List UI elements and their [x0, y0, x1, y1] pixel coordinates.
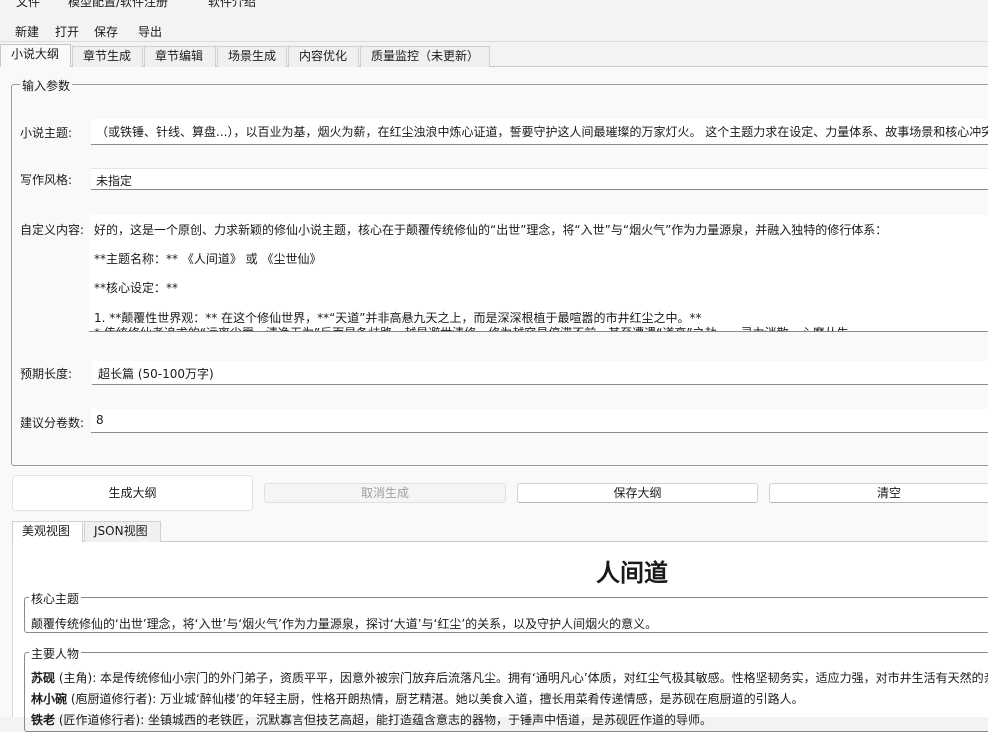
outline-viewer: 人间道 核心主题 颠覆传统修仙的‘出世’理念，将‘入世’与‘烟火气’作为力量源泉…	[12, 542, 988, 732]
core-theme-group: 核心主题 颠覆传统修仙的‘出世’理念，将‘入世’与‘烟火气’作为力量源泉，探讨‘…	[24, 590, 988, 633]
menu-about[interactable]: 软件介绍	[208, 0, 256, 10]
characters-group: 主要人物 苏砚 (主角): 本是传统修仙小宗门的外门弟子，资质平平，因意外被宗门…	[24, 645, 988, 732]
tab-chapter-generate[interactable]: 章节生成	[72, 46, 143, 67]
clear-button[interactable]: 清空	[769, 483, 988, 503]
save-outline-button[interactable]: 保存大纲	[517, 483, 758, 503]
characters-legend: 主要人物	[29, 645, 82, 662]
character-desc: (匠作道修行者): 坐镇城西的老铁匠，沉默寡言但技艺高超，能打造蕴含意志的器物，…	[55, 713, 713, 727]
custom-line: * 传统修仙者追求的“远离尘嚣、清净无为”反而是条歧路，越是避世清修，修为越容易…	[94, 324, 861, 331]
custom-content-label: 自定义内容:	[20, 223, 85, 237]
menu-file[interactable]: 文件	[16, 0, 40, 10]
menu-bar: 文件 模型配置/软件注册 软件介绍	[0, 0, 988, 12]
style-select-value: 未指定	[96, 174, 133, 188]
character-entry: 铁老 (匠作道修行者): 坐镇城西的老铁匠，沉默寡言但技艺高超，能打造蕴含意志的…	[31, 711, 712, 728]
tab-content-optimize[interactable]: 内容优化	[288, 46, 359, 67]
tab-outline[interactable]: 小说大纲	[0, 44, 71, 68]
toolbar: 新建 打开 保存 导出	[0, 19, 988, 42]
length-select[interactable]: 超长篇 (50-100万字)	[92, 361, 988, 385]
main-tab-bar: 小说大纲 章节生成 章节编辑 场景生成 内容优化 质量监控（未更新）	[0, 43, 988, 68]
character-name: 铁老	[31, 713, 56, 727]
custom-line: **主题名称：** 《人间道》 或 《尘世仙》	[94, 252, 322, 266]
character-entry: 苏砚 (主角): 本是传统修仙小宗门的外门弟子，资质平平，因意外被宗门放弃后流落…	[31, 669, 988, 686]
generate-outline-button[interactable]: 生成大纲	[12, 475, 253, 511]
theme-label: 小说主题:	[20, 126, 73, 140]
input-params-legend: 输入参数	[20, 77, 73, 94]
new-button[interactable]: 新建	[15, 23, 39, 40]
character-desc: (主角): 本是传统修仙小宗门的外门弟子，资质平平，因意外被宗门放弃后流落凡尘。…	[55, 671, 988, 685]
custom-content-textarea[interactable]: 好的，这是一个原创、力求新颖的修仙小说主题，核心在于颠覆传统修仙的“出世”理念，…	[89, 215, 988, 332]
core-theme-legend: 核心主题	[29, 590, 82, 607]
export-button[interactable]: 导出	[138, 23, 162, 40]
tab-quality-monitor[interactable]: 质量监控（未更新）	[360, 46, 490, 67]
save-button[interactable]: 保存	[94, 23, 118, 40]
open-button[interactable]: 打开	[55, 23, 79, 40]
view-tab-bar: 美观视图 JSON视图	[12, 520, 988, 542]
volumes-label: 建议分卷数:	[20, 416, 85, 430]
length-label: 预期长度:	[20, 367, 73, 381]
character-entry: 林小碗 (庖厨道修行者): 万业城‘醉仙楼’的年轻主厨，性格开朗热情，厨艺精湛。…	[31, 690, 804, 707]
menu-model-config[interactable]: 模型配置/软件注册	[68, 0, 168, 10]
cancel-generate-button[interactable]: 取消生成	[264, 483, 506, 503]
style-select[interactable]: 未指定	[91, 168, 988, 190]
character-name: 苏砚	[31, 671, 56, 685]
tab-pretty-view[interactable]: 美观视图	[12, 521, 83, 542]
volumes-spinbox[interactable]: 8	[91, 409, 988, 433]
outline-title: 人间道	[596, 559, 668, 587]
tab-chapter-edit[interactable]: 章节编辑	[144, 46, 216, 67]
theme-input[interactable]: （或铁锤、针线、算盘...），以百业为基，烟火为薪，在红尘浊浪中炼心证道，誓要守…	[91, 119, 988, 145]
theme-input-value: （或铁锤、针线、算盘...），以百业为基，烟火为薪，在红尘浊浪中炼心证道，誓要守…	[96, 125, 988, 139]
character-desc: (庖厨道修行者): 万业城‘醉仙楼’的年轻主厨，性格开朗热情，厨艺精湛。她以美食…	[67, 692, 804, 706]
custom-line: 好的，这是一个原创、力求新颖的修仙小说主题，核心在于颠覆传统修仙的“出世”理念，…	[94, 223, 888, 237]
length-select-value: 超长篇 (50-100万字)	[98, 367, 214, 381]
volumes-spinbox-value: 8	[96, 413, 104, 427]
character-name: 林小碗	[31, 692, 68, 706]
tab-scene-generate[interactable]: 场景生成	[217, 46, 287, 67]
custom-line: **核心设定：**	[94, 281, 179, 295]
tab-json-view[interactable]: JSON视图	[84, 521, 161, 542]
core-theme-text: 颠覆传统修仙的‘出世’理念，将‘入世’与‘烟火气’作为力量源泉，探讨‘大道’与‘…	[31, 617, 658, 631]
style-label: 写作风格:	[20, 173, 73, 187]
